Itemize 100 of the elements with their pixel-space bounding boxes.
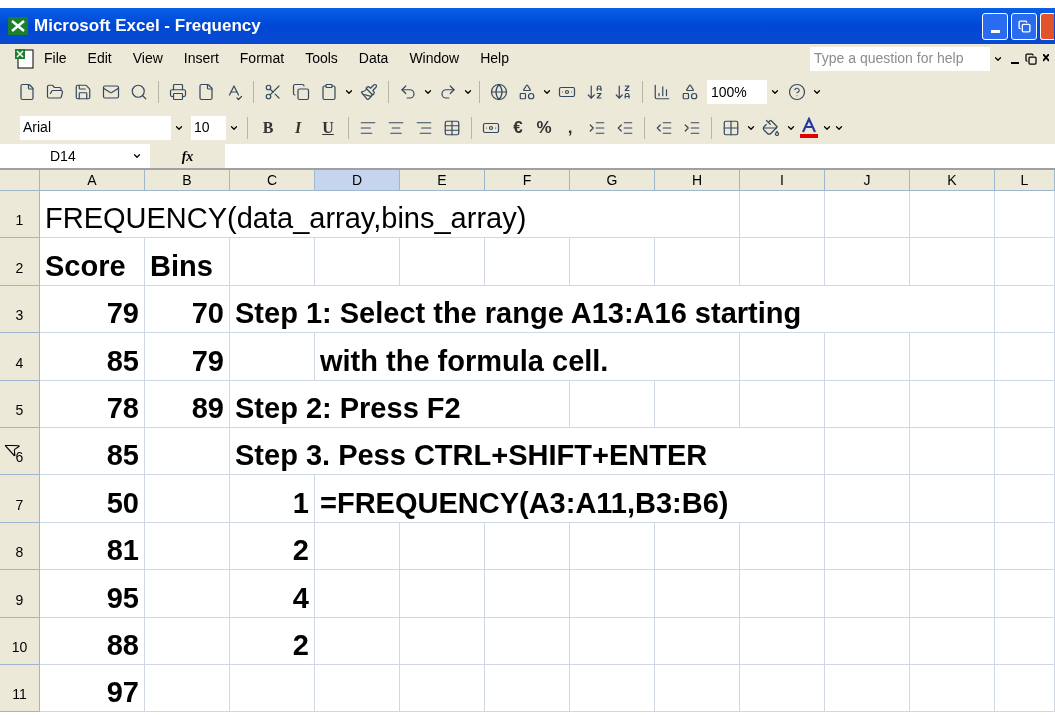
table-cell[interactable] [995,475,1055,523]
table-cell[interactable] [910,664,995,713]
table-cell[interactable] [655,664,740,713]
table-cell[interactable] [655,380,740,428]
table-cell[interactable] [485,664,570,713]
table-cell[interactable] [315,238,400,286]
table-cell[interactable]: 1 [230,475,315,523]
table-cell[interactable] [655,570,740,618]
table-cell[interactable] [910,238,995,286]
zoom-field[interactable]: 100% [707,80,782,104]
table-cell[interactable] [145,522,230,571]
table-cell[interactable]: 50 [40,475,145,523]
table-cell[interactable] [825,333,910,381]
euro-button[interactable]: € [506,114,530,141]
table-cell[interactable] [315,664,400,713]
font-field[interactable]: Arial [20,115,186,140]
table-cell[interactable] [315,617,400,665]
table-cell[interactable] [995,522,1055,571]
minimize-icon[interactable] [1011,61,1019,64]
table-cell[interactable]: 79 [145,333,230,381]
font-color-icon[interactable] [798,116,820,139]
table-cell[interactable] [400,238,485,286]
table-cell[interactable] [485,617,570,665]
table-cell[interactable] [825,191,910,239]
table-cell[interactable] [230,333,315,381]
table-cell[interactable]: =FREQUENCY(A3:A11,B3:B6) [315,475,825,523]
table-cell[interactable] [910,333,995,381]
table-cell[interactable] [995,664,1055,713]
underline-button[interactable]: U [314,115,342,140]
dropdown-caret-icon[interactable] [542,87,552,97]
table-cell[interactable] [570,522,655,571]
row-header[interactable]: 11 [0,664,40,713]
table-cell[interactable]: Score [40,238,145,286]
table-cell[interactable]: Step 2: Press F2 [230,380,570,428]
table-cell[interactable] [740,617,825,665]
table-cell[interactable] [315,522,400,571]
restore-icon[interactable] [1025,52,1037,65]
workbook-icon[interactable] [14,47,36,70]
table-cell[interactable]: with the formula cell. [315,333,740,381]
row-header[interactable]: 7 [0,475,40,523]
row-header[interactable]: 5 [0,380,40,428]
table-cell[interactable] [570,238,655,286]
close-button[interactable] [1040,12,1054,40]
menu-item[interactable]: File [44,48,67,69]
table-cell[interactable] [230,664,315,713]
dropdown-caret-icon[interactable] [132,151,142,161]
row-header[interactable]: 3 [0,285,40,334]
table-cell[interactable] [145,427,230,476]
table-cell[interactable]: 2 [230,617,315,665]
table-cell[interactable] [400,570,485,618]
table-cell[interactable] [995,238,1055,286]
close-icon[interactable] [1043,54,1049,63]
table-cell[interactable] [995,427,1055,476]
table-cell[interactable] [825,380,910,428]
dropdown-caret-icon[interactable] [423,87,433,97]
table-cell[interactable] [315,570,400,618]
table-cell[interactable]: 81 [40,522,145,571]
table-cell[interactable] [995,333,1055,381]
table-cell[interactable] [995,191,1055,239]
table-cell[interactable]: FREQUENCY(data_array,bins_array) [40,191,740,239]
table-cell[interactable] [740,522,825,571]
menu-item[interactable]: Tools [305,48,338,69]
table-cell[interactable] [570,380,655,428]
table-cell[interactable] [655,522,740,571]
dropdown-caret-icon[interactable] [769,87,780,97]
font-size-field[interactable]: 10 [191,115,241,140]
table-cell[interactable] [485,522,570,571]
table-cell[interactable]: 79 [40,285,145,334]
table-cell[interactable] [825,238,910,286]
table-cell[interactable] [740,570,825,618]
help-search-field[interactable]: Type a question for help [810,46,1005,71]
row-header[interactable]: 4 [0,333,40,381]
table-cell[interactable] [825,522,910,571]
table-cell[interactable] [910,570,995,618]
table-cell[interactable] [825,570,910,618]
table-cell[interactable] [740,333,825,381]
table-cell[interactable] [145,475,230,523]
menu-item[interactable]: Help [480,48,509,69]
menu-item[interactable]: Window [409,48,460,69]
table-cell[interactable]: 95 [40,570,145,618]
menu-item[interactable]: View [132,48,163,69]
table-cell[interactable] [655,238,740,286]
table-cell[interactable] [400,617,485,665]
table-cell[interactable] [995,617,1055,665]
table-cell[interactable] [910,617,995,665]
table-cell[interactable] [995,285,1055,334]
comma-button[interactable]: , [558,114,582,141]
table-cell[interactable] [570,617,655,665]
table-cell[interactable] [570,570,655,618]
table-cell[interactable]: 85 [40,333,145,381]
row-header[interactable]: 2 [0,238,40,286]
function-button[interactable]: fx [181,145,194,167]
table-cell[interactable] [400,522,485,571]
table-cell[interactable] [485,570,570,618]
table-cell[interactable] [145,664,230,713]
menu-item[interactable]: Data [358,48,389,69]
table-cell[interactable] [825,617,910,665]
table-cell[interactable] [995,570,1055,618]
row-header[interactable]: 10 [0,617,40,665]
table-cell[interactable]: 88 [40,617,145,665]
